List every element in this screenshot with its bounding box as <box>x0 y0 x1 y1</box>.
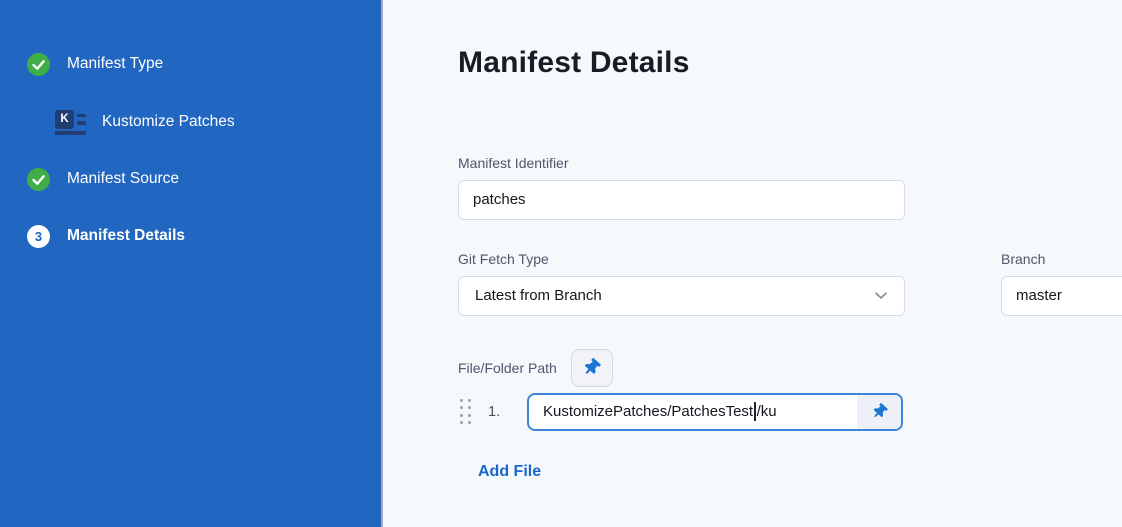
add-file-button[interactable]: Add File <box>478 463 541 481</box>
git-fetch-type-select[interactable]: Latest from Branch <box>458 276 905 316</box>
text-caret <box>754 402 756 421</box>
sidebar-step-manifest-details[interactable]: 3 Manifest Details <box>0 224 381 248</box>
check-circle-icon <box>27 168 50 191</box>
path-pin-button[interactable] <box>857 395 901 429</box>
pin-icon <box>868 401 889 422</box>
page-title: Manifest Details <box>458 46 1122 81</box>
git-fetch-type-group: Git Fetch Type Latest from Branch <box>458 251 905 316</box>
file-folder-path-label: File/Folder Path <box>458 360 557 376</box>
sidebar-substep-kustomize-patches[interactable]: K Kustomize Patches <box>0 109 381 135</box>
sidebar-step-manifest-source[interactable]: Manifest Source <box>0 167 381 191</box>
path-row-number: 1. <box>488 404 506 420</box>
substep-label: Kustomize Patches <box>102 113 235 131</box>
branch-input[interactable] <box>1001 276 1122 316</box>
step-number-badge: 3 <box>27 225 50 248</box>
path-input-group: KustomizePatches/PatchesTest /ku <box>527 393 903 431</box>
step-label: Manifest Type <box>67 55 163 73</box>
branch-label: Branch <box>1001 251 1122 267</box>
manifest-identifier-input[interactable] <box>458 180 905 220</box>
git-fetch-type-label: Git Fetch Type <box>458 251 905 267</box>
path-value-before-caret: KustomizePatches/PatchesTest <box>543 403 753 420</box>
kustomize-k-icon: K <box>55 110 86 135</box>
check-circle-icon <box>27 53 50 76</box>
step-label: Manifest Details <box>67 227 185 245</box>
sidebar-step-manifest-type[interactable]: Manifest Type <box>0 52 381 76</box>
path-value-after-caret: /ku <box>757 403 777 420</box>
branch-group: Branch <box>1001 251 1122 316</box>
chevron-down-icon <box>874 287 888 304</box>
git-fetch-type-value: Latest from Branch <box>475 287 602 304</box>
runtime-input-pin-button[interactable] <box>571 349 613 387</box>
manifest-identifier-label: Manifest Identifier <box>458 155 1122 171</box>
manifest-details-panel: Manifest Details Manifest Identifier Git… <box>383 0 1122 527</box>
path-row-1: 1. KustomizePatches/PatchesTest /ku <box>458 393 1122 431</box>
pin-icon <box>580 355 604 379</box>
step-label: Manifest Source <box>67 170 179 188</box>
wizard-stepper-sidebar: Manifest Type K Kustomize Patches Manife… <box>0 0 383 527</box>
drag-handle-icon[interactable] <box>460 399 471 425</box>
path-input[interactable]: KustomizePatches/PatchesTest /ku <box>529 395 857 429</box>
